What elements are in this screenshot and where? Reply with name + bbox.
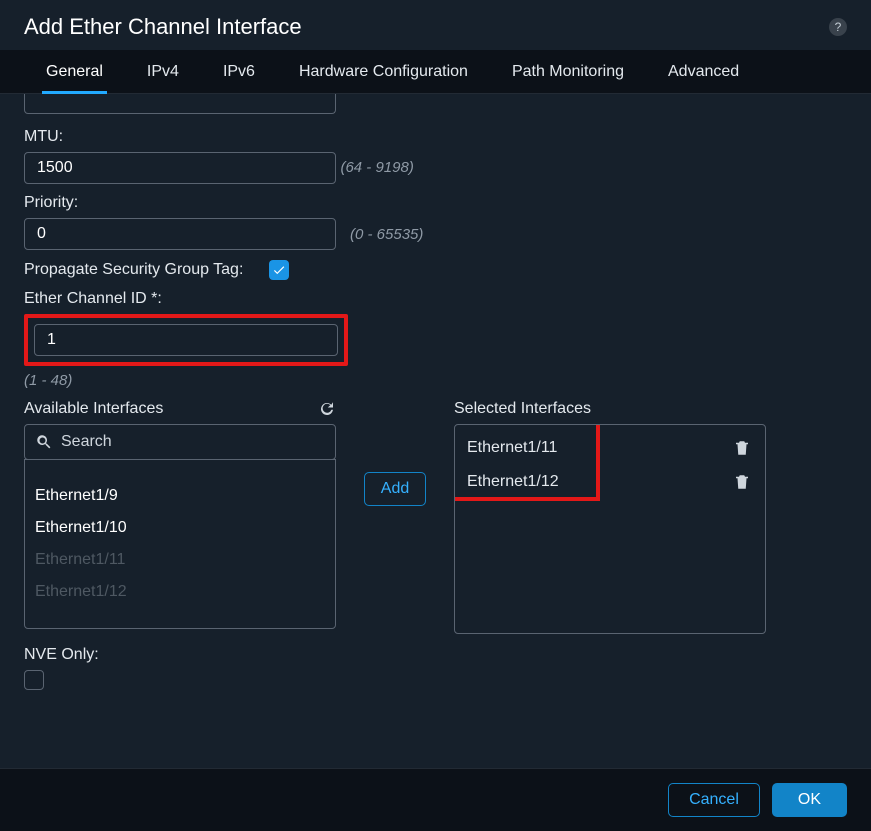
transfer-row: Available Interfaces Ethernet1/9 Etherne… [24,400,847,634]
priority-hint: (0 - 65535) [350,226,423,243]
tab-general[interactable]: General [24,50,125,93]
selected-item[interactable]: Ethernet1/11 [455,431,765,465]
modal-title: Add Ether Channel Interface [24,14,302,40]
ok-button[interactable]: OK [772,783,847,817]
psgt-group: Propagate Security Group Tag: [24,260,847,280]
tab-advanced[interactable]: Advanced [646,50,761,93]
eid-group: Ether Channel ID *: (1 - 48) [24,290,847,390]
eid-highlight [24,314,348,366]
list-item[interactable] [25,459,335,480]
add-button[interactable]: Add [364,472,426,506]
eid-hint: (1 - 48) [24,372,72,389]
available-header: Available Interfaces [24,400,163,418]
selected-item-label: Ethernet1/12 [467,473,559,491]
add-column: Add [354,400,436,634]
truncated-field-above [24,94,847,114]
tab-path-monitoring[interactable]: Path Monitoring [490,50,646,93]
search-icon [35,433,53,451]
psgt-checkbox[interactable] [269,260,289,280]
nve-group: NVE Only: [24,646,847,690]
priority-group: Priority: (0 - 65535) [24,194,847,250]
psgt-label: Propagate Security Group Tag: [24,261,243,279]
mtu-group: MTU: (64 - 9198) [24,128,847,184]
tabs: General IPv4 IPv6 Hardware Configuration… [0,50,871,94]
selected-item[interactable]: Ethernet1/12 [455,465,765,499]
refresh-icon[interactable] [318,400,336,418]
priority-label: Priority: [24,194,847,212]
check-icon [272,263,286,277]
modal-header: Add Ether Channel Interface ? [0,0,871,50]
modal: Add Ether Channel Interface ? General IP… [0,0,871,831]
selected-column: Selected Interfaces Ethernet1/11 Etherne… [454,400,766,634]
nve-checkbox[interactable] [24,670,44,690]
list-item: Ethernet1/12 [25,576,335,608]
mtu-input[interactable] [24,152,336,184]
available-column: Available Interfaces Ethernet1/9 Etherne… [24,400,336,634]
selected-list[interactable]: Ethernet1/11 Ethernet1/12 [454,424,766,634]
mtu-hint: (64 - 9198) [340,159,413,176]
list-item[interactable]: Ethernet1/9 [25,480,335,512]
tab-ipv6[interactable]: IPv6 [201,50,277,93]
modal-footer: Cancel OK [0,768,871,831]
list-item[interactable]: Ethernet1/10 [25,512,335,544]
trash-icon[interactable] [733,438,751,458]
eid-input[interactable] [34,324,338,356]
eid-label: Ether Channel ID *: [24,290,847,308]
tab-hardware[interactable]: Hardware Configuration [277,50,490,93]
selected-item-label: Ethernet1/11 [467,439,557,457]
tab-ipv4[interactable]: IPv4 [125,50,201,93]
mtu-label: MTU: [24,128,847,146]
nve-label: NVE Only: [24,646,847,664]
trash-icon[interactable] [733,472,751,492]
help-icon[interactable]: ? [829,18,847,36]
truncated-input[interactable] [24,94,336,114]
search-input[interactable] [61,433,325,451]
available-header-row: Available Interfaces [24,400,336,418]
modal-content: MTU: (64 - 9198) Priority: (0 - 65535) P… [0,94,871,768]
list-item: Ethernet1/11 [25,544,335,576]
cancel-button[interactable]: Cancel [668,783,760,817]
available-list[interactable]: Ethernet1/9 Ethernet1/10 Ethernet1/11 Et… [24,459,336,629]
search-box[interactable] [24,424,336,460]
selected-header-row: Selected Interfaces [454,400,766,418]
selected-header: Selected Interfaces [454,400,591,418]
priority-input[interactable] [24,218,336,250]
